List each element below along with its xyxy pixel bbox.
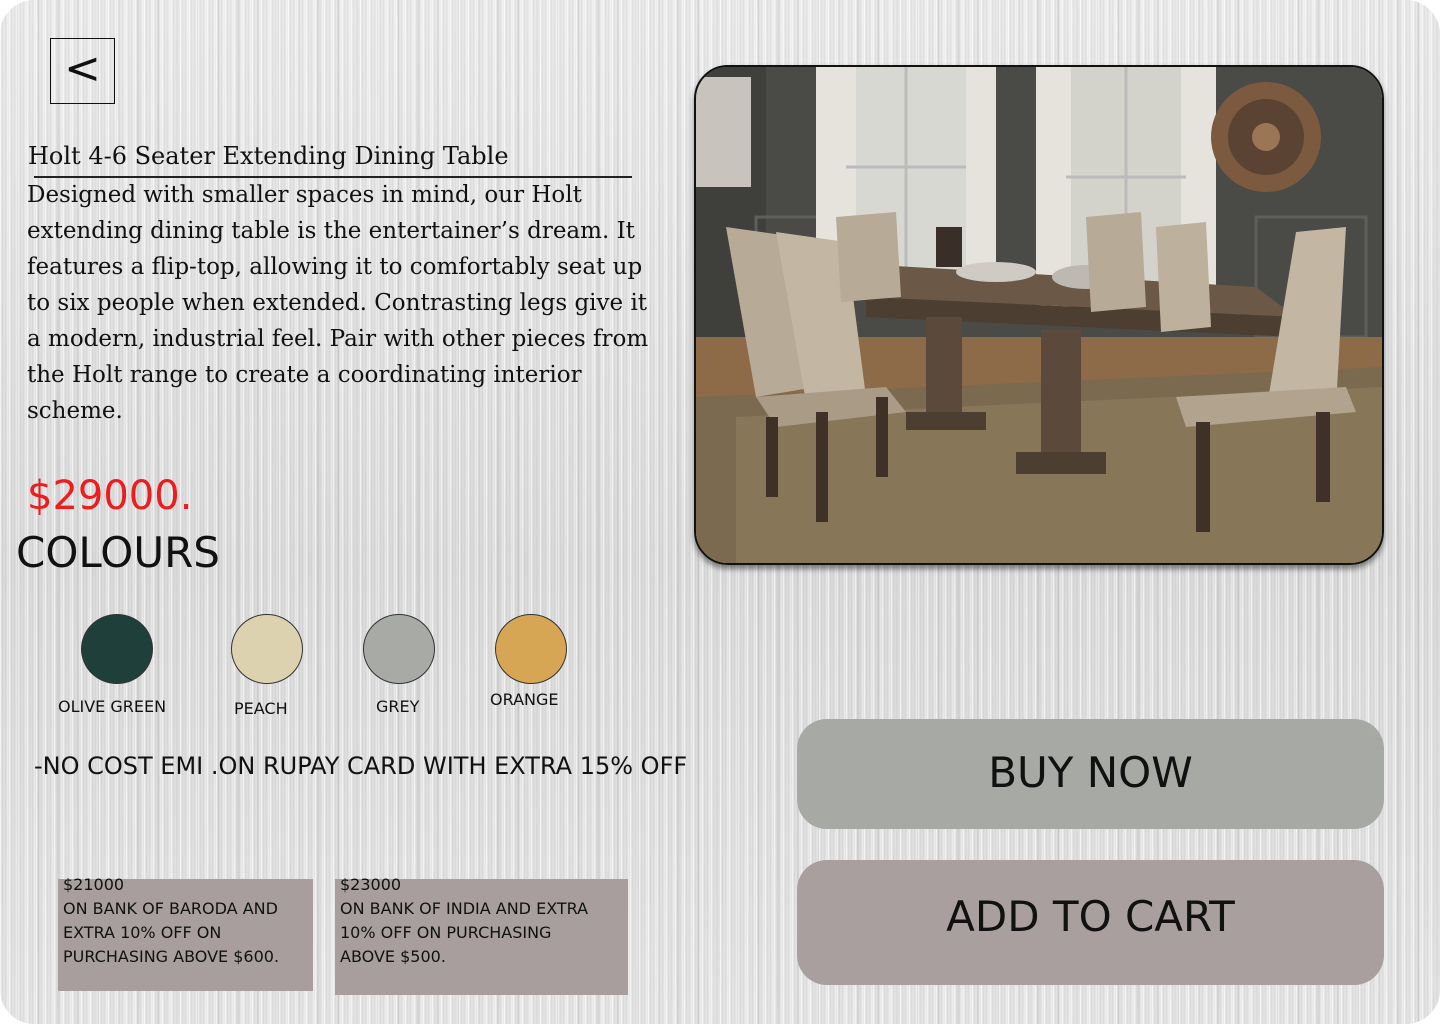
offer-price: $23000	[340, 875, 402, 894]
swatch-label-peach: PEACH	[234, 699, 288, 718]
bank-offer-card: $23000 ON BANK OF INDIA AND EXTRA 10% OF…	[335, 875, 628, 995]
swatch-peach[interactable]	[231, 614, 303, 684]
bank-offer-card: $21000 ON BANK OF BARODA AND EXTRA 10% O…	[58, 875, 313, 991]
swatch-orange[interactable]	[495, 614, 567, 684]
offer-line: ON BANK OF BARODA AND	[63, 899, 278, 918]
product-title: Holt 4-6 Seater Extending Dining Table	[28, 142, 509, 170]
swatch-label-olive-green: OLIVE GREEN	[58, 697, 167, 716]
product-description: Designed with smaller spaces in mind, ou…	[27, 182, 649, 424]
add-to-cart-button[interactable]: ADD TO CART	[797, 860, 1384, 985]
offer-line: PURCHASING ABOVE $600.	[63, 947, 280, 966]
offer-line: 10% OFF ON PURCHASING	[340, 923, 552, 942]
product-image	[694, 65, 1384, 565]
product-page: < Holt 4-6 Seater Extending Dining Table…	[0, 0, 1440, 1024]
swatch-label-orange: ORANGE	[490, 690, 559, 709]
emi-offer-text: -NO COST EMI .ON RUPAY CARD WITH EXTRA 1…	[34, 752, 688, 780]
swatch-olive-green[interactable]	[81, 614, 153, 684]
dining-room-illustration	[696, 67, 1382, 563]
product-price: $29000.	[27, 473, 193, 519]
offer-line: EXTRA 10% OFF ON	[63, 923, 222, 942]
colours-heading: COLOURS	[16, 528, 220, 577]
offer-price: $21000	[63, 875, 125, 894]
swatch-grey[interactable]	[363, 614, 435, 684]
swatch-label-grey: GREY	[376, 697, 420, 716]
offer-line: ON BANK OF INDIA AND EXTRA	[340, 899, 589, 918]
buy-now-button[interactable]: BUY NOW	[797, 719, 1384, 829]
back-button[interactable]: <	[50, 38, 115, 104]
offer-line: ABOVE $500.	[340, 947, 446, 966]
